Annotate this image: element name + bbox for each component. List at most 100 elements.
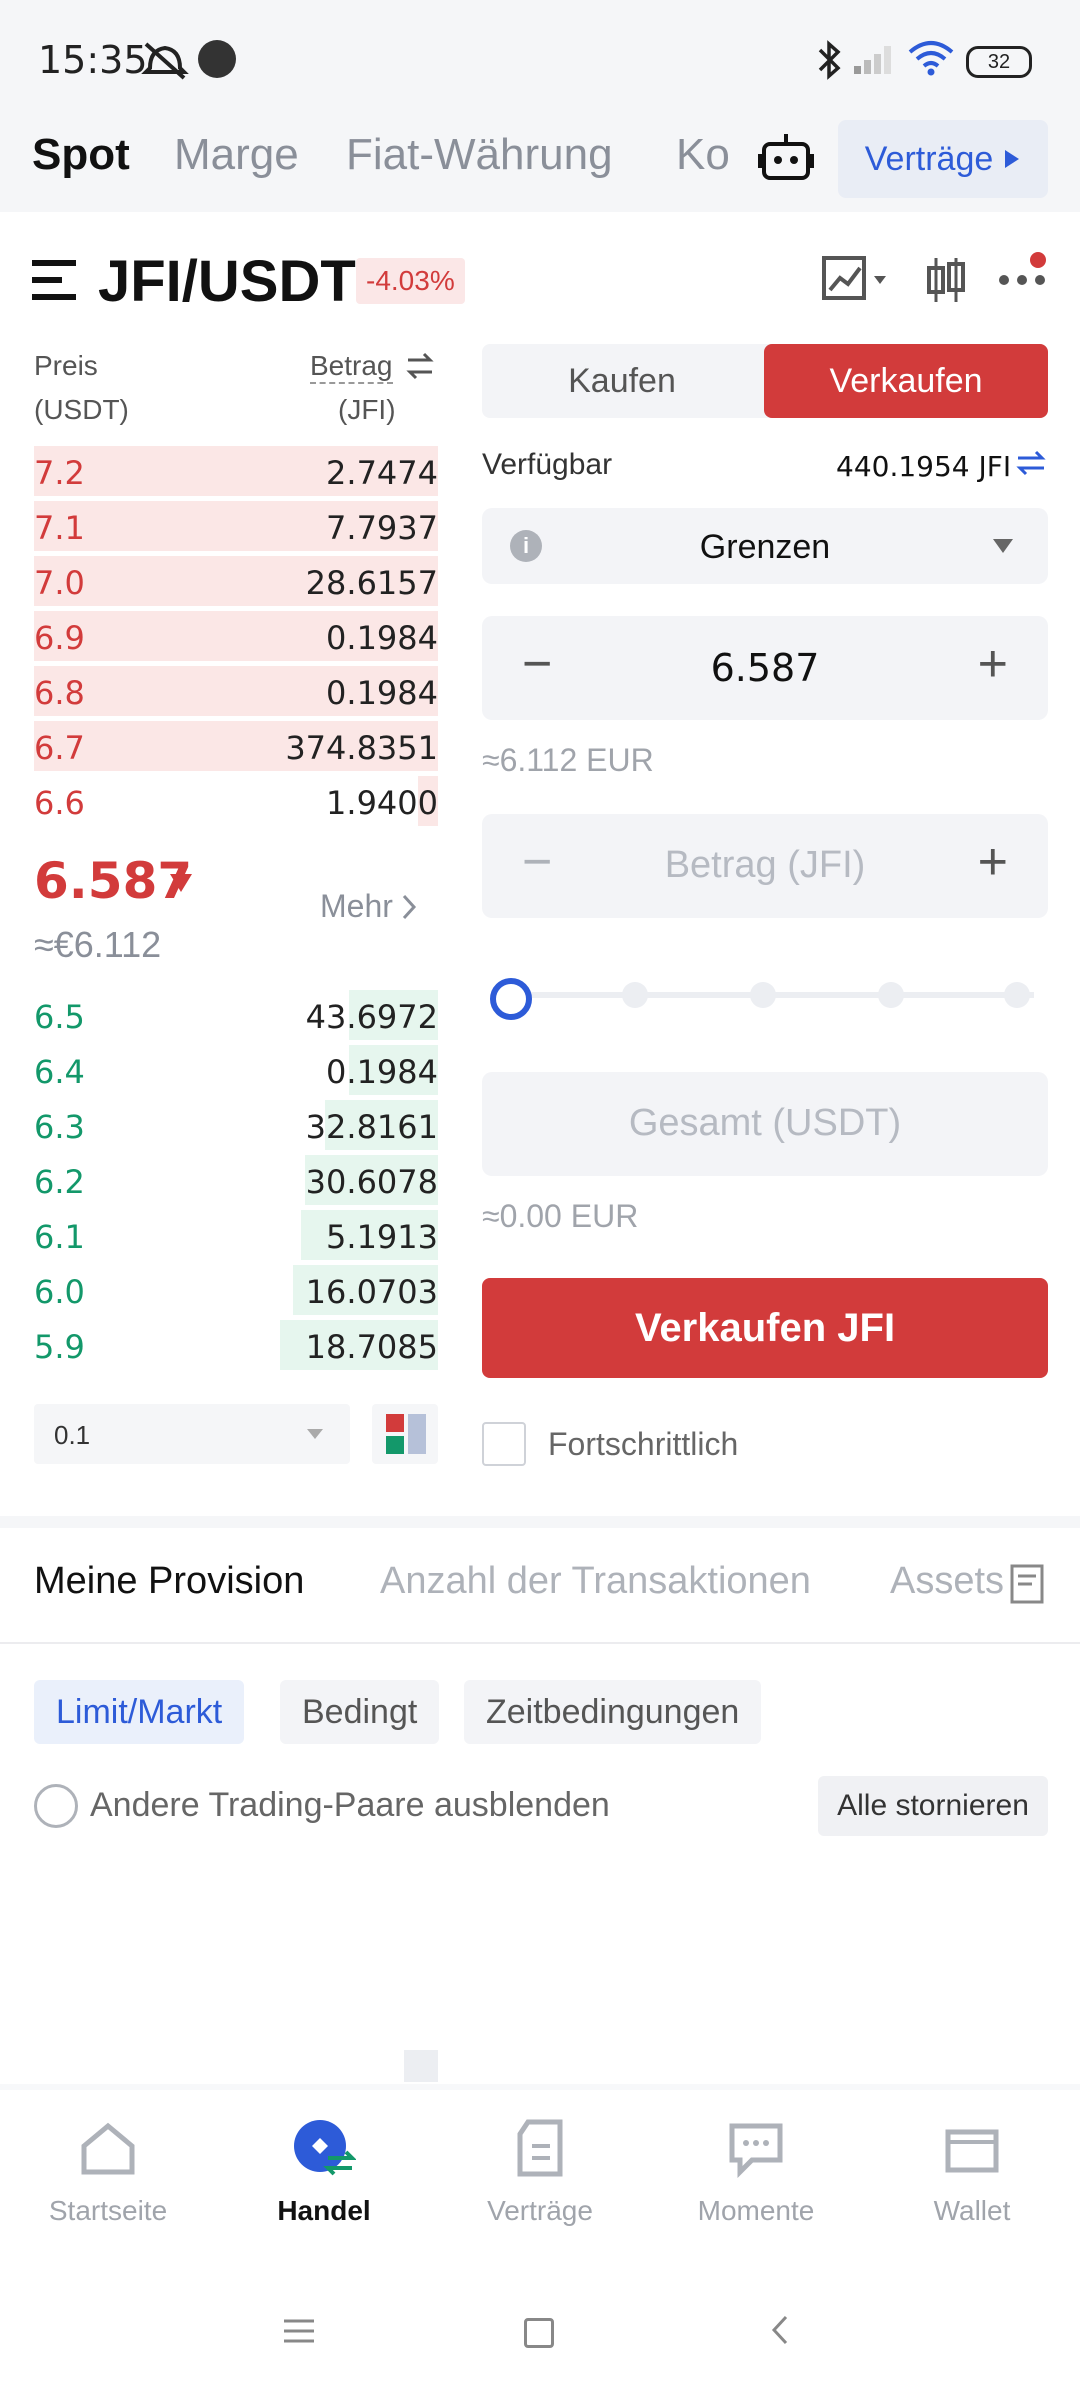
chart-icon[interactable]	[822, 254, 892, 311]
price-unit: (USDT)	[34, 394, 129, 425]
nav-wallet-label: Wallet	[933, 2195, 1011, 2226]
robot-icon[interactable]	[756, 130, 816, 191]
nav-trade[interactable]: Handel	[216, 2118, 432, 2227]
system-back-icon[interactable]	[770, 2314, 790, 2351]
menu-icon[interactable]	[32, 258, 78, 307]
more-label: Mehr	[320, 888, 393, 924]
last-price-eur: ≈€6.112	[34, 924, 162, 965]
precision-select[interactable]: 0.1	[34, 1404, 350, 1464]
nav-wallet[interactable]: Wallet	[864, 2118, 1080, 2227]
sell-submit-button[interactable]: Verkaufen JFI	[482, 1278, 1048, 1378]
hide-pairs-radio[interactable]	[34, 1784, 78, 1828]
bid-row[interactable]: 6.1 5.1913	[34, 1208, 438, 1262]
pair-title[interactable]: JFI/USDT	[98, 248, 356, 315]
amount-input[interactable]: Betrag (JFI)	[482, 844, 1048, 887]
slider-step[interactable]	[750, 982, 776, 1008]
order-type-select[interactable]: i Grenzen	[482, 508, 1048, 584]
order-type-value: Grenzen	[699, 528, 831, 566]
tab-fiat[interactable]: Fiat-Währung	[346, 130, 613, 180]
change-badge: -4.03%	[356, 258, 465, 304]
app-notification-icon	[198, 40, 236, 78]
system-menu-icon[interactable]	[284, 2318, 314, 2349]
contracts-button[interactable]: Verträge	[838, 120, 1048, 198]
empty-state-mark	[404, 2050, 438, 2082]
more-icon[interactable]	[998, 250, 1050, 309]
total-input[interactable]: Gesamt (USDT)	[482, 1072, 1048, 1176]
chip-conditional[interactable]: Bedingt	[280, 1680, 440, 1744]
cancel-all-button[interactable]: Alle stornieren	[818, 1776, 1048, 1836]
swap-icon[interactable]	[404, 350, 436, 387]
more-link[interactable]: Mehr	[320, 888, 417, 925]
bid-row[interactable]: 6.5 43.6972	[34, 988, 438, 1042]
system-home-icon[interactable]	[524, 2318, 554, 2348]
nav-moments-label: Momente	[697, 2195, 815, 2226]
chip-limit-market[interactable]: Limit/Markt	[34, 1680, 245, 1744]
orders-list-icon[interactable]	[1010, 1564, 1044, 1609]
battery-icon: 32	[966, 46, 1032, 78]
price-label: Preis	[34, 350, 98, 381]
layout-toggle-icon[interactable]	[372, 1404, 438, 1464]
tab-margin[interactable]: Marge	[174, 130, 299, 180]
nav-moments[interactable]: Momente	[648, 2118, 864, 2227]
slider-handle[interactable]	[490, 978, 532, 1020]
price-eur-hint: ≈6.112 EUR	[482, 742, 654, 778]
ask-row[interactable]: 6.8 0.1984	[34, 664, 438, 718]
play-arrow-icon	[1005, 150, 1020, 168]
bid-row[interactable]: 6.2 30.6078	[34, 1153, 438, 1207]
price-down-icon	[168, 872, 194, 899]
ask-row[interactable]: 7.1 7.7937	[34, 499, 438, 553]
nav-contracts-label: Verträge	[487, 2195, 593, 2226]
tab-transactions[interactable]: Anzahl der Transaktionen	[380, 1560, 811, 1603]
transfer-icon[interactable]	[1016, 448, 1046, 483]
contracts-icon	[517, 2119, 563, 2177]
nav-contracts[interactable]: Verträge	[432, 2118, 648, 2227]
section-divider	[0, 1516, 1080, 1528]
tab-spot[interactable]: Spot	[32, 130, 130, 182]
chip-time-conditions[interactable]: Zeitbedingungen	[464, 1680, 762, 1744]
sell-tab[interactable]: Verkaufen	[764, 344, 1048, 418]
ask-row[interactable]: 6.7 374.8351	[34, 719, 438, 773]
slider-step[interactable]	[622, 982, 648, 1008]
candlestick-icon[interactable]	[924, 254, 968, 311]
nav-trade-label: Handel	[277, 2195, 371, 2226]
chat-icon	[729, 2123, 783, 2179]
signal-icon	[852, 42, 898, 81]
advanced-checkbox[interactable]	[482, 1422, 526, 1466]
bid-row[interactable]: 5.9 18.7085	[34, 1318, 438, 1372]
amount-stepper[interactable]: − Betrag (JFI) +	[482, 814, 1048, 918]
amount-plus-button[interactable]: +	[978, 832, 1008, 892]
tab-ko[interactable]: Ko	[676, 130, 742, 180]
advanced-label[interactable]: Fortschrittlich	[548, 1426, 738, 1463]
tab-assets[interactable]: Assets	[890, 1560, 1004, 1603]
buy-tab[interactable]: Kaufen	[482, 344, 762, 418]
amount-slider[interactable]	[482, 970, 1048, 1020]
amount-label[interactable]: Betrag	[310, 350, 393, 384]
nav-home[interactable]: Startseite	[0, 2118, 216, 2227]
available-label: Verfügbar	[482, 448, 613, 481]
ask-row[interactable]: 6.6 1.9400	[34, 774, 438, 828]
bid-row[interactable]: 6.3 32.8161	[34, 1098, 438, 1152]
price-input[interactable]: 6.587	[482, 646, 1048, 690]
contracts-label: Verträge	[864, 139, 994, 178]
mute-icon	[140, 38, 190, 87]
price-plus-button[interactable]: +	[978, 634, 1008, 694]
slider-step[interactable]	[878, 982, 904, 1008]
price-stepper[interactable]: − 6.587 +	[482, 616, 1048, 720]
bid-row[interactable]: 6.0 16.0703	[34, 1263, 438, 1317]
ask-row[interactable]: 7.2 2.7474	[34, 444, 438, 498]
amount-unit: (JFI)	[338, 394, 396, 425]
bluetooth-icon	[814, 38, 844, 87]
bid-row[interactable]: 6.4 0.1984	[34, 1043, 438, 1097]
hide-pairs-label[interactable]: Andere Trading-Paare ausblenden	[90, 1786, 610, 1825]
ask-row[interactable]: 7.0 28.6157	[34, 554, 438, 608]
precision-value: 0.1	[54, 1420, 91, 1450]
total-placeholder: Gesamt (USDT)	[628, 1102, 902, 1144]
tabs-divider	[0, 1642, 1080, 1644]
caret-down-icon	[307, 1429, 323, 1439]
ask-row[interactable]: 6.9 0.1984	[34, 609, 438, 663]
tab-my-orders[interactable]: Meine Provision	[34, 1560, 304, 1603]
chevron-right-icon	[402, 894, 416, 919]
wifi-icon	[906, 38, 956, 83]
slider-step[interactable]	[1004, 982, 1030, 1008]
side-toggle: Kaufen Verkaufen	[482, 344, 1048, 418]
